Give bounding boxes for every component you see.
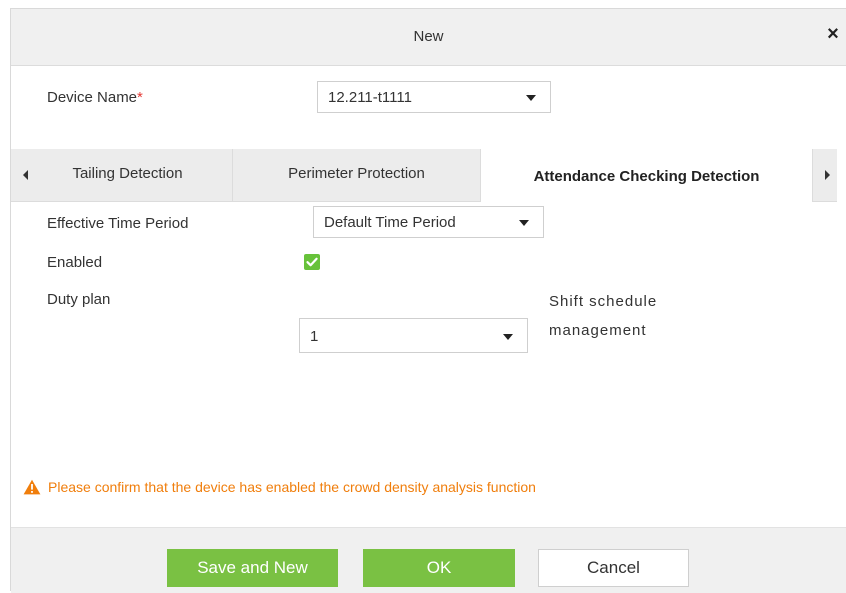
device-name-label-text: Device Name bbox=[47, 89, 138, 106]
warning-triangle-icon bbox=[23, 479, 41, 495]
required-star: * bbox=[137, 89, 143, 106]
detection-tabs: Tailing Detection Perimeter Protection A… bbox=[11, 149, 837, 202]
dialog-title-bar: New × bbox=[11, 9, 846, 66]
dialog-title: New bbox=[413, 28, 444, 45]
warning-text: Please confirm that the device has enabl… bbox=[48, 479, 536, 495]
check-icon bbox=[306, 257, 318, 267]
tab-scroll-right-icon[interactable] bbox=[825, 170, 830, 180]
duty-plan-label: Duty plan bbox=[47, 291, 111, 308]
save-and-new-button[interactable]: Save and New bbox=[167, 549, 338, 587]
device-name-value: 12.211-t1111 bbox=[328, 89, 412, 106]
shift-link-line2: management bbox=[549, 322, 647, 339]
dialog-footer: Save and New OK Cancel bbox=[11, 527, 846, 593]
time-period-label: Effective Time Period bbox=[47, 215, 189, 232]
duty-plan-select[interactable]: 1 bbox=[299, 318, 528, 353]
device-name-select[interactable]: 12.211-t1111 bbox=[317, 81, 551, 113]
chevron-down-icon bbox=[503, 334, 513, 340]
tab-tailing-detection[interactable]: Tailing Detection bbox=[11, 149, 233, 201]
device-name-label: Device Name* bbox=[47, 89, 143, 106]
time-period-select[interactable]: Default Time Period bbox=[313, 206, 544, 238]
chevron-down-icon bbox=[526, 95, 536, 101]
ok-button[interactable]: OK bbox=[363, 549, 515, 587]
tab-attendance-checking-detection[interactable]: Attendance Checking Detection bbox=[480, 149, 813, 202]
duty-plan-value: 1 bbox=[310, 328, 319, 345]
new-device-dialog: New × Device Name* 12.211-t1111 Tailing … bbox=[10, 8, 846, 593]
cancel-button[interactable]: Cancel bbox=[538, 549, 689, 587]
chevron-down-icon bbox=[519, 220, 529, 226]
shift-link-line1: Shift schedule bbox=[549, 293, 658, 310]
time-period-value: Default Time Period bbox=[324, 214, 456, 231]
enabled-label: Enabled bbox=[47, 254, 103, 271]
shift-schedule-management-link[interactable]: Shift schedule management bbox=[549, 287, 657, 345]
close-icon[interactable]: × bbox=[822, 23, 844, 45]
enabled-checkbox[interactable] bbox=[304, 254, 320, 270]
tab-perimeter-protection[interactable]: Perimeter Protection bbox=[233, 149, 480, 201]
